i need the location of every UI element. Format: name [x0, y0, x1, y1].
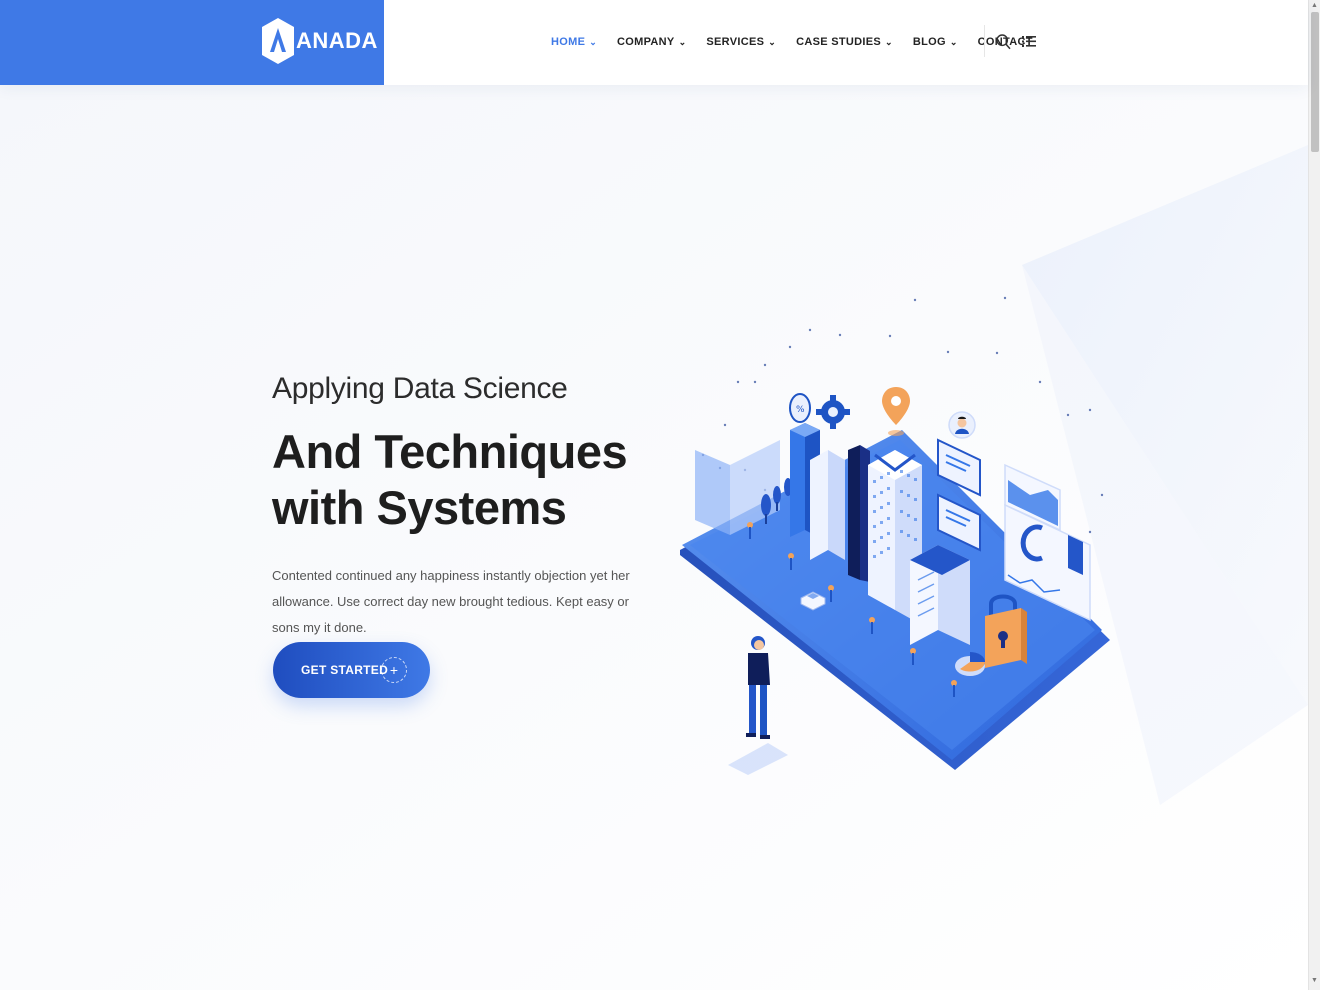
scroll-thumb[interactable]	[1311, 12, 1319, 152]
plus-icon: +	[381, 657, 407, 683]
nav-home-label: HOME	[551, 36, 586, 48]
brand-logo[interactable]: ANADA	[262, 18, 378, 64]
scroll-down-arrow-icon[interactable]: ▼	[1311, 977, 1318, 984]
hero-description: Contented continued any happiness instan…	[272, 568, 630, 635]
page-scrollbar[interactable]: ▲ ▼	[1308, 0, 1320, 990]
chevron-down-icon: ⌄	[589, 36, 598, 47]
percent-icon: %	[789, 393, 811, 423]
scroll-up-arrow-icon[interactable]: ▲	[1311, 2, 1318, 9]
brand-name: ANADA	[296, 28, 378, 53]
get-started-label: GET STARTED	[301, 663, 389, 677]
logo-mark-icon	[262, 18, 294, 64]
hero-title: And Techniques with Systems	[272, 424, 672, 536]
chevron-down-icon: ⌄	[885, 36, 893, 47]
hero-illustration: %	[680, 296, 1110, 775]
nav-services-label: SERVICES	[706, 36, 765, 48]
map-pin-icon	[882, 387, 910, 436]
chevron-down-icon: ⌄	[678, 36, 687, 47]
nav-company-label: COMPANY	[617, 36, 675, 48]
chart-bar-blue	[790, 423, 805, 537]
site-header: ANADA HOME ⌄ COMPANY ⌄ SERVICES ⌄ CASE S…	[0, 0, 1308, 85]
svg-text:%: %	[796, 405, 805, 415]
chevron-down-icon: ⌄	[949, 36, 958, 47]
nav-blog[interactable]: BLOG ⌄	[913, 36, 958, 48]
nav-services[interactable]: SERVICES ⌄	[706, 36, 776, 48]
menu-list-icon[interactable]	[1022, 35, 1036, 48]
hero-title-line-2: with Systems	[272, 481, 567, 534]
main-nav: HOME ⌄ COMPANY ⌄ SERVICES ⌄ CASE STUDIES…	[551, 34, 1033, 50]
nav-case-studies[interactable]: CASE STUDIES ⌄	[796, 36, 893, 48]
user-avatar-icon	[948, 411, 976, 439]
nav-blog-label: BLOG	[912, 36, 946, 48]
hero-title-line-1: And Techniques	[272, 425, 628, 478]
hero-subtitle: Applying Data Science	[272, 372, 568, 405]
nav-case-studies-label: CASE STUDIES	[796, 36, 881, 48]
logo-panel: ANADA	[0, 0, 384, 85]
nav-divider	[984, 25, 985, 57]
nav-home[interactable]: HOME ⌄	[551, 36, 597, 48]
chart-bar-dark	[848, 445, 860, 580]
search-icon[interactable]	[996, 34, 1011, 50]
get-started-button[interactable]: GET STARTED +	[273, 642, 430, 698]
chevron-down-icon: ⌄	[768, 36, 777, 47]
gear-icon	[816, 395, 850, 429]
person-figure	[728, 636, 788, 775]
nav-company[interactable]: COMPANY ⌄	[617, 36, 686, 48]
